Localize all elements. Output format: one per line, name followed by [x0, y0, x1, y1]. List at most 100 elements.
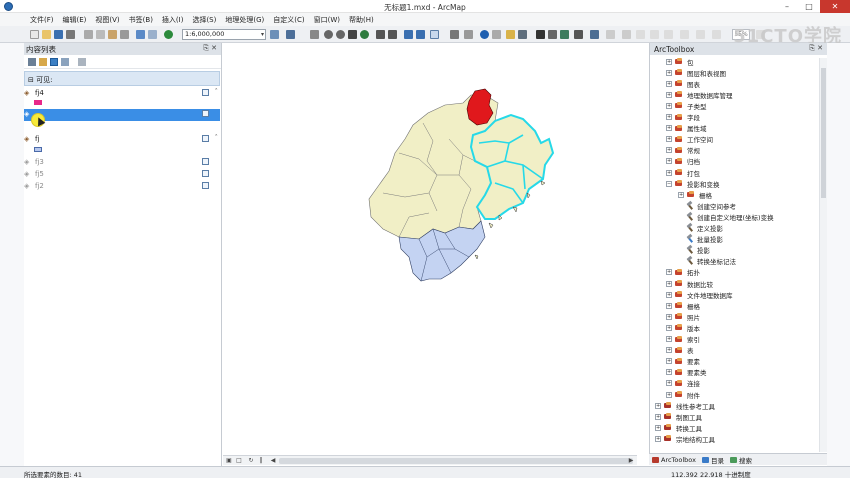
- back-extent-icon[interactable]: [404, 30, 413, 39]
- catalog-icon[interactable]: [310, 30, 319, 39]
- expand-icon[interactable]: +: [666, 125, 672, 132]
- expand-icon[interactable]: +: [655, 424, 661, 431]
- layer-selectable-toggle[interactable]: [202, 89, 209, 96]
- close-button[interactable]: ✕: [820, 0, 850, 13]
- expand-icon[interactable]: +: [666, 302, 672, 309]
- toolbox-tree-item[interactable]: + 要素: [666, 356, 700, 367]
- toolbox-tree-item[interactable]: + 要素类: [666, 367, 707, 378]
- expand-icon[interactable]: +: [666, 369, 672, 376]
- map-scale-input[interactable]: 1:6,000,000 ▾: [182, 29, 266, 40]
- layer-visibility-checkbox[interactable]: ◈: [24, 158, 29, 166]
- toolbox-tree-item[interactable]: + 转换工具: [655, 422, 702, 433]
- scroll-thumb[interactable]: [279, 458, 633, 464]
- map-canvas[interactable]: [223, 43, 637, 455]
- paste-icon[interactable]: [108, 30, 117, 39]
- page-zoom-in-icon[interactable]: [636, 30, 645, 39]
- layout-view-icon[interactable]: □: [235, 457, 243, 465]
- toolbox-tree-item[interactable]: + 索引: [666, 334, 700, 345]
- layer-row-fj5[interactable]: ◈ fj5: [24, 169, 220, 179]
- menu-geoprocessing[interactable]: 地理处理(G): [225, 15, 264, 25]
- full-extent-icon[interactable]: [360, 30, 369, 39]
- fixed-zoom-out-icon[interactable]: [388, 30, 397, 39]
- expand-icon[interactable]: +: [666, 169, 672, 176]
- menu-customize[interactable]: 自定义(C): [273, 15, 304, 25]
- layer-row-fj[interactable]: ◈ fj ˆ: [24, 134, 220, 144]
- pause-drawing-icon[interactable]: ‖: [257, 457, 265, 465]
- layer-visibility-checkbox[interactable]: ◈: [24, 110, 29, 118]
- toolbox-tree-item[interactable]: + 表: [666, 345, 694, 356]
- expand-icon[interactable]: +: [666, 291, 672, 298]
- html-popup-icon[interactable]: [506, 30, 515, 39]
- delete-icon[interactable]: [120, 30, 129, 39]
- toolbox-vertical-scrollbar[interactable]: [819, 58, 827, 452]
- save-icon[interactable]: [54, 30, 63, 39]
- pin-close-icons[interactable]: ⎘ ✕: [203, 44, 217, 53]
- menu-windows[interactable]: 窗口(W): [314, 15, 340, 25]
- menu-help[interactable]: 帮助(H): [349, 15, 374, 25]
- print-icon[interactable]: [66, 30, 75, 39]
- toolbox-tree-item[interactable]: + 栅格: [678, 189, 712, 200]
- toolbox-tree-item[interactable]: − 投影和变换: [666, 178, 720, 189]
- expand-icon[interactable]: +: [666, 80, 672, 87]
- expand-icon[interactable]: +: [666, 358, 672, 365]
- list-by-drawing-order-icon[interactable]: [28, 58, 36, 66]
- measure-icon[interactable]: [518, 30, 527, 39]
- toolbox-tree-item[interactable]: + 常规: [666, 145, 700, 156]
- scroll-left-icon[interactable]: ◀: [269, 457, 277, 465]
- toolbox-tree-item[interactable]: + 栅格: [666, 300, 700, 311]
- list-by-visibility-icon[interactable]: [50, 58, 58, 66]
- scroll-right-icon[interactable]: ▶: [627, 457, 635, 465]
- toolbox-tree-item[interactable]: + 地理数据库管理: [666, 89, 733, 100]
- clear-selection-icon[interactable]: [450, 30, 459, 39]
- expand-icon[interactable]: +: [666, 313, 672, 320]
- layer-visibility-checkbox[interactable]: ◈: [24, 89, 29, 97]
- refresh-icon[interactable]: ↻: [247, 457, 255, 465]
- zoom-out-icon[interactable]: [336, 30, 345, 39]
- toolbox-tree-item[interactable]: + 制图工具: [655, 411, 702, 422]
- cut-icon[interactable]: [84, 30, 93, 39]
- toolbox-tree-item[interactable]: + 文件地理数据库: [666, 289, 733, 300]
- chevron-down-icon[interactable]: ▾: [261, 30, 264, 39]
- toolbox-tree-item[interactable]: + 子类型: [666, 100, 707, 111]
- layer-visibility-checkbox[interactable]: ◈: [24, 182, 29, 190]
- layer-selectable-toggle[interactable]: [202, 158, 209, 165]
- menu-insert[interactable]: 插入(I): [162, 15, 184, 25]
- layer-collapse-icon[interactable]: ˆ: [215, 134, 219, 142]
- expand-icon[interactable]: +: [666, 58, 672, 65]
- toolbox-tree-item[interactable]: + 附件: [666, 389, 700, 400]
- toolbox-tree-item[interactable]: + 包: [666, 56, 694, 67]
- menu-bookmarks[interactable]: 书签(B): [129, 15, 153, 25]
- toolbox-tree-item[interactable]: + 连接: [666, 378, 700, 389]
- toolbox-tree-item[interactable]: + 打包: [666, 167, 700, 178]
- expand-icon[interactable]: +: [678, 191, 684, 198]
- expand-icon[interactable]: +: [655, 435, 661, 442]
- page-pan-icon[interactable]: [664, 30, 673, 39]
- collapse-icon[interactable]: −: [666, 180, 672, 187]
- data-view-icon[interactable]: ▣: [225, 457, 233, 465]
- expand-icon[interactable]: +: [666, 269, 672, 276]
- toolbox-tree-item[interactable]: + 属性域: [666, 123, 707, 134]
- layer-visibility-checkbox[interactable]: ◈: [24, 170, 29, 178]
- time-slider-icon[interactable]: [574, 30, 583, 39]
- layer-selectable-toggle[interactable]: [202, 135, 209, 142]
- add-data-icon[interactable]: [164, 30, 173, 39]
- expand-icon[interactable]: +: [666, 114, 672, 120]
- layer-selectable-toggle[interactable]: [202, 110, 209, 117]
- minimize-button[interactable]: –: [776, 0, 798, 13]
- layout-toolbar-icon[interactable]: [606, 30, 615, 39]
- toolbox-tree-item[interactable]: + 版本: [666, 322, 700, 333]
- zoom-whole-page-icon[interactable]: [622, 30, 631, 39]
- expand-icon[interactable]: +: [655, 413, 661, 420]
- find-route-icon[interactable]: [548, 30, 557, 39]
- toolbox-tree-item[interactable]: + 字段: [666, 112, 700, 123]
- maximize-button[interactable]: □: [798, 0, 820, 13]
- open-folder-icon[interactable]: [42, 30, 51, 39]
- expand-icon[interactable]: +: [655, 402, 661, 409]
- map-horizontal-scrollbar[interactable]: ▣ □ ↻ ‖ ◀ ▶: [223, 455, 637, 465]
- toolbox-tree-item[interactable]: 投影: [686, 245, 710, 256]
- expand-icon[interactable]: +: [666, 147, 672, 154]
- undo-icon[interactable]: [136, 30, 145, 39]
- menu-selection[interactable]: 选择(S): [192, 15, 216, 25]
- layer-row-fj4[interactable]: ◈ fj4 ˆ: [24, 88, 220, 98]
- new-document-icon[interactable]: [30, 30, 39, 39]
